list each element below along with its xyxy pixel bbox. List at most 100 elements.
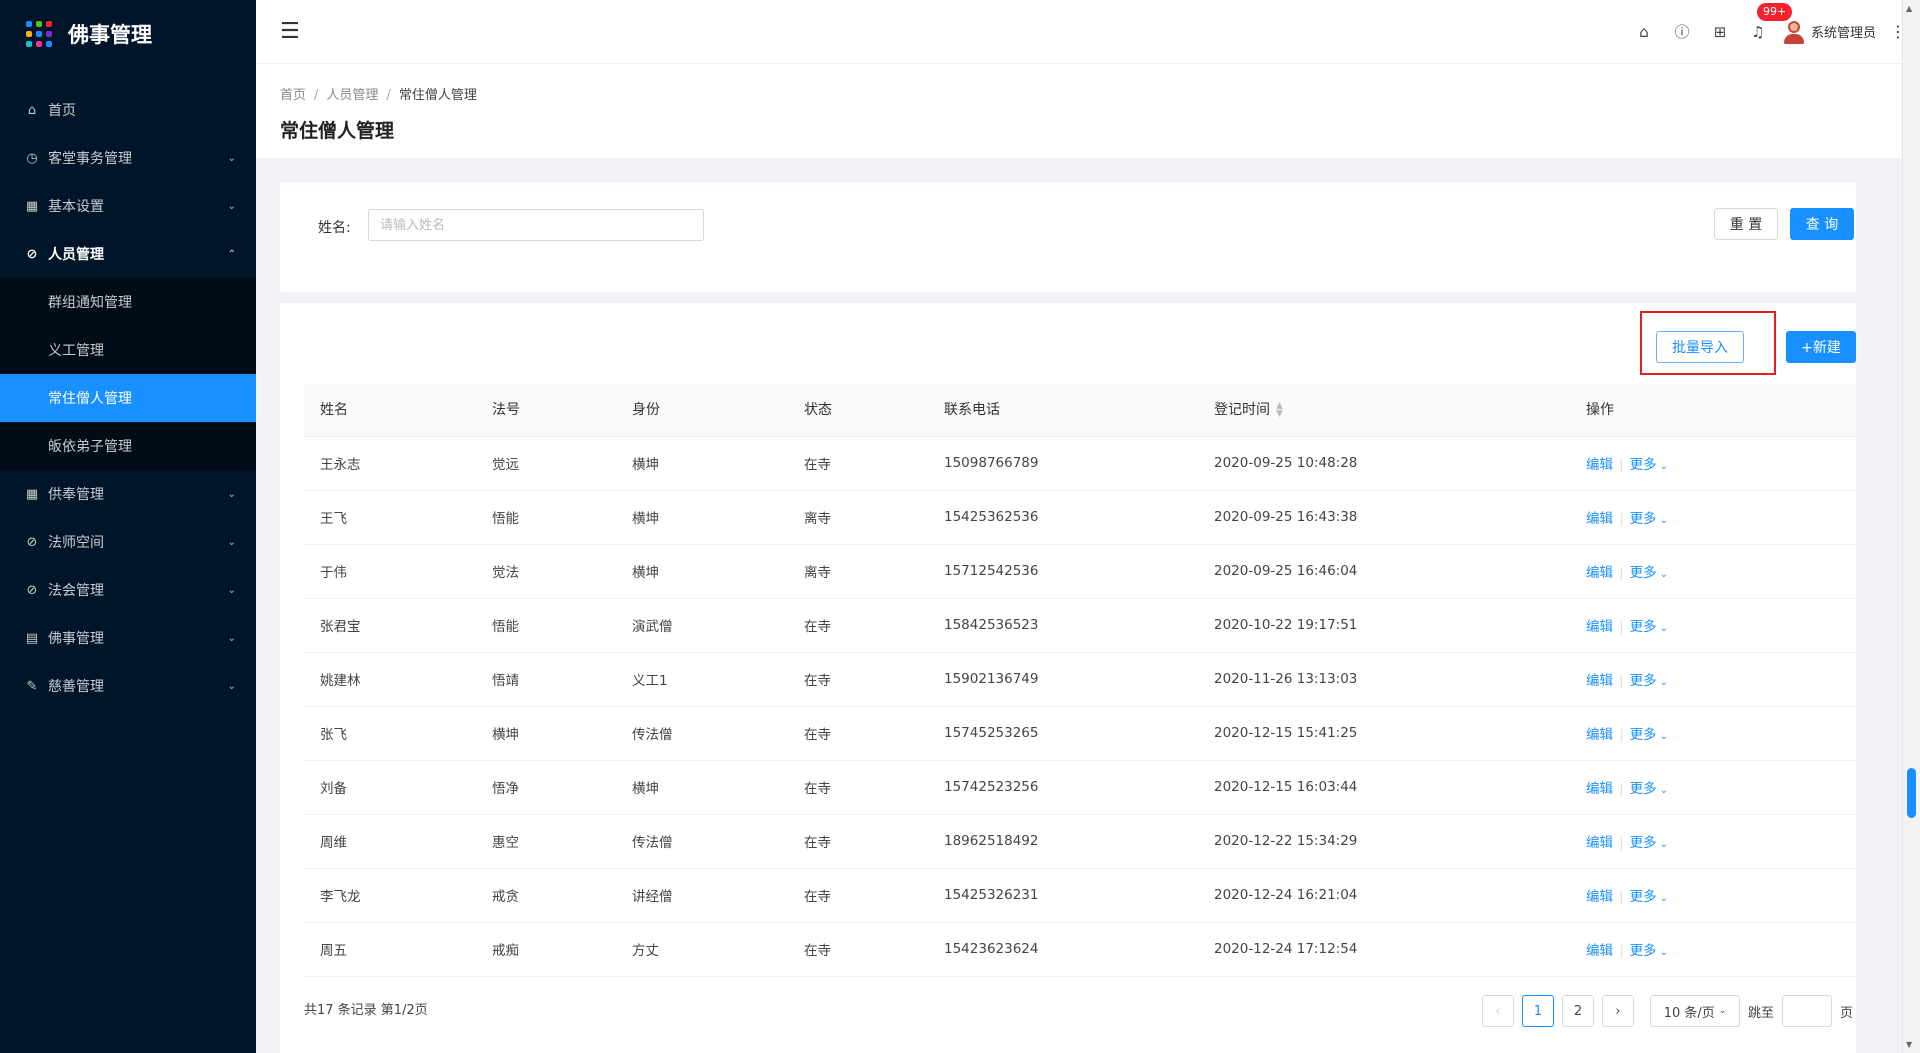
more-label: 更多 xyxy=(1629,565,1657,581)
scroll-thumb[interactable] xyxy=(1907,768,1916,818)
query-button[interactable]: 查 询 xyxy=(1790,208,1854,240)
table-cell: 觉法 xyxy=(476,544,616,599)
prev-page-button[interactable]: ‹ xyxy=(1482,995,1514,1027)
column-header-label: 操作 xyxy=(1586,402,1614,419)
logo[interactable]: 佛事管理 xyxy=(0,0,256,68)
more-link[interactable]: 更多 ⌄ xyxy=(1630,889,1668,905)
table-cell: 悟能 xyxy=(476,598,616,653)
edit-link[interactable]: 编辑 xyxy=(1586,457,1613,473)
actions-cell: 编辑 | 更多 ⌄ xyxy=(1570,436,1856,491)
apps-icon[interactable]: ⊞ xyxy=(1701,23,1739,41)
home-icon: ⌂ xyxy=(27,102,37,118)
actions-cell: 编辑 | 更多 ⌄ xyxy=(1570,922,1856,977)
table-cell: 在寺 xyxy=(788,706,928,761)
sidebar-item[interactable]: ⊘ 法师空间 ⌄ xyxy=(0,518,256,566)
sidebar-item[interactable]: ⌂ 首页 xyxy=(0,86,256,134)
submenu-item[interactable]: 常住僧人管理 xyxy=(0,374,256,422)
menu-fold-icon[interactable]: ☰ xyxy=(280,19,300,44)
batch-import-button[interactable]: 批量导入 xyxy=(1656,331,1744,363)
breadcrumb-home[interactable]: 首页 xyxy=(280,88,306,103)
logo-dot xyxy=(26,31,32,37)
edit-link[interactable]: 编辑 xyxy=(1586,889,1613,905)
people-submenu: 群组通知管理 义工管理 常住僧人管理 皈依弟子管理 xyxy=(0,278,256,470)
more-link[interactable]: 更多 ⌄ xyxy=(1630,943,1668,959)
avatar[interactable] xyxy=(1783,20,1805,44)
page-2-button[interactable]: 2 xyxy=(1562,995,1594,1027)
table-cell: 悟靖 xyxy=(476,652,616,707)
table-header-row: 姓名 法号 身份 状态 联系电话 登记时间 ▲ ▼ 操作 xyxy=(304,383,1856,437)
sort-icon[interactable]: ▲ ▼ xyxy=(1276,402,1283,419)
sidebar-item[interactable]: ▦ 基本设置 ⌄ xyxy=(0,182,256,230)
sidebar-item[interactable]: ⊘ 法会管理 ⌄ xyxy=(0,566,256,614)
table-cell: 2020-12-15 16:03:44 xyxy=(1198,760,1570,815)
table-card: 批量导入 +新建 姓名 法号 身份 状态 联系电话 登记时间 ▲ ▼ 操作 王永志 觉远 横坤 在寺 1… xyxy=(280,303,1856,1053)
column-header[interactable]: 登记时间 ▲ ▼ xyxy=(1198,383,1570,437)
edit-link[interactable]: 编辑 xyxy=(1586,835,1613,851)
sidebar-item-label: 慈善管理 xyxy=(48,679,104,695)
reset-button[interactable]: 重 置 xyxy=(1714,208,1778,240)
more-link[interactable]: 更多 ⌄ xyxy=(1630,457,1668,473)
edit-link[interactable]: 编辑 xyxy=(1586,673,1613,689)
sidebar-item[interactable]: ◷ 客堂事务管理 ⌄ xyxy=(0,134,256,182)
more-link[interactable]: 更多 ⌄ xyxy=(1630,727,1668,743)
help-icon[interactable]: ⓘ xyxy=(1663,21,1701,42)
column-header-label: 姓名 xyxy=(320,402,348,419)
page-size-select[interactable]: 10 条/页 ⌄ xyxy=(1650,995,1740,1027)
table-cell: 2020-12-22 15:34:29 xyxy=(1198,814,1570,869)
edit-link[interactable]: 编辑 xyxy=(1586,619,1613,635)
divider: | xyxy=(1619,781,1624,797)
edit-link[interactable]: 编辑 xyxy=(1586,565,1613,581)
table-body: 王永志 觉远 横坤 在寺 15098766789 2020-09-25 10:48:28 编… xyxy=(304,436,1856,977)
more-label: 更多 xyxy=(1629,727,1657,743)
next-page-button[interactable]: › xyxy=(1602,995,1634,1027)
more-link[interactable]: 更多 ⌄ xyxy=(1630,565,1668,581)
chevron-up-icon: ⌃ xyxy=(227,248,236,260)
more-link[interactable]: 更多 ⌄ xyxy=(1630,673,1668,689)
scroll-down-icon[interactable]: ▼ xyxy=(1906,1040,1912,1049)
table-cell: 惠空 xyxy=(476,814,616,869)
more-link[interactable]: 更多 ⌄ xyxy=(1630,835,1668,851)
column-header-label: 法号 xyxy=(492,402,520,419)
more-link[interactable]: 更多 ⌄ xyxy=(1630,781,1668,797)
submenu-item[interactable]: 皈依弟子管理 xyxy=(0,422,256,470)
table-cell: 在寺 xyxy=(788,436,928,491)
table-cell: 于伟 xyxy=(304,544,476,599)
table-cell: 15425326231 xyxy=(928,868,1198,923)
submenu-item[interactable]: 义工管理 xyxy=(0,326,256,374)
logo-dot xyxy=(46,31,52,37)
table-cell: 2020-09-25 10:48:28 xyxy=(1198,436,1570,491)
name-search-input[interactable] xyxy=(368,209,704,241)
more-link[interactable]: 更多 ⌄ xyxy=(1630,511,1668,527)
create-button[interactable]: +新建 xyxy=(1786,331,1856,363)
home-icon[interactable]: ⌂ xyxy=(1625,23,1663,41)
column-header-label: 联系电话 xyxy=(944,402,1000,419)
file-icon: ▤ xyxy=(25,630,39,646)
table-cell: 方丈 xyxy=(616,922,788,977)
column-header: 身份 xyxy=(616,383,788,437)
divider: | xyxy=(1619,673,1624,689)
chevron-down-icon: ⌄ xyxy=(227,632,236,644)
breadcrumb-people[interactable]: 人员管理 xyxy=(326,88,378,103)
scroll-up-icon[interactable]: ▲ xyxy=(1906,4,1912,13)
user-name[interactable]: 系统管理员 xyxy=(1811,22,1876,41)
edit-link[interactable]: 编辑 xyxy=(1586,781,1613,797)
edit-link[interactable]: 编辑 xyxy=(1586,511,1613,527)
monk-table: 姓名 法号 身份 状态 联系电话 登记时间 ▲ ▼ 操作 王永志 觉远 横坤 在寺 1509876678… xyxy=(304,383,1856,977)
sidebar-item[interactable]: ▤ 佛事管理 ⌄ xyxy=(0,614,256,662)
top-header: ☰ ⌂ ⓘ ⊞ ♫ 99+ 系统管理员 ⋮ xyxy=(256,0,1920,64)
notification-bell[interactable]: ♫ 99+ xyxy=(1739,2,1793,41)
check-circle-icon: ⊘ xyxy=(26,246,38,262)
actions-cell: 编辑 | 更多 ⌄ xyxy=(1570,490,1856,545)
edit-link[interactable]: 编辑 xyxy=(1586,943,1613,959)
jump-page-input[interactable] xyxy=(1782,995,1832,1027)
sidebar: 佛事管理 ⌂ 首页 ◷ 客堂事务管理 ⌄ ▦ 基本设置 ⌄ ⊘ 人员管理 ⌃ 群组通知管理 义工管理 常住… xyxy=(0,0,256,1053)
page-1-button[interactable]: 1 xyxy=(1522,995,1554,1027)
submenu-item[interactable]: 群组通知管理 xyxy=(0,278,256,326)
sidebar-item[interactable]: ⊘ 人员管理 ⌃ xyxy=(0,230,256,278)
more-link[interactable]: 更多 ⌄ xyxy=(1630,619,1668,635)
table-cell: 15423623624 xyxy=(928,922,1198,977)
sidebar-item[interactable]: ✎ 慈善管理 ⌄ xyxy=(0,662,256,710)
page-scrollbar[interactable]: ▲ ▼ xyxy=(1902,0,1920,1053)
edit-link[interactable]: 编辑 xyxy=(1586,727,1613,743)
sidebar-item[interactable]: ▦ 供奉管理 ⌄ xyxy=(0,470,256,518)
